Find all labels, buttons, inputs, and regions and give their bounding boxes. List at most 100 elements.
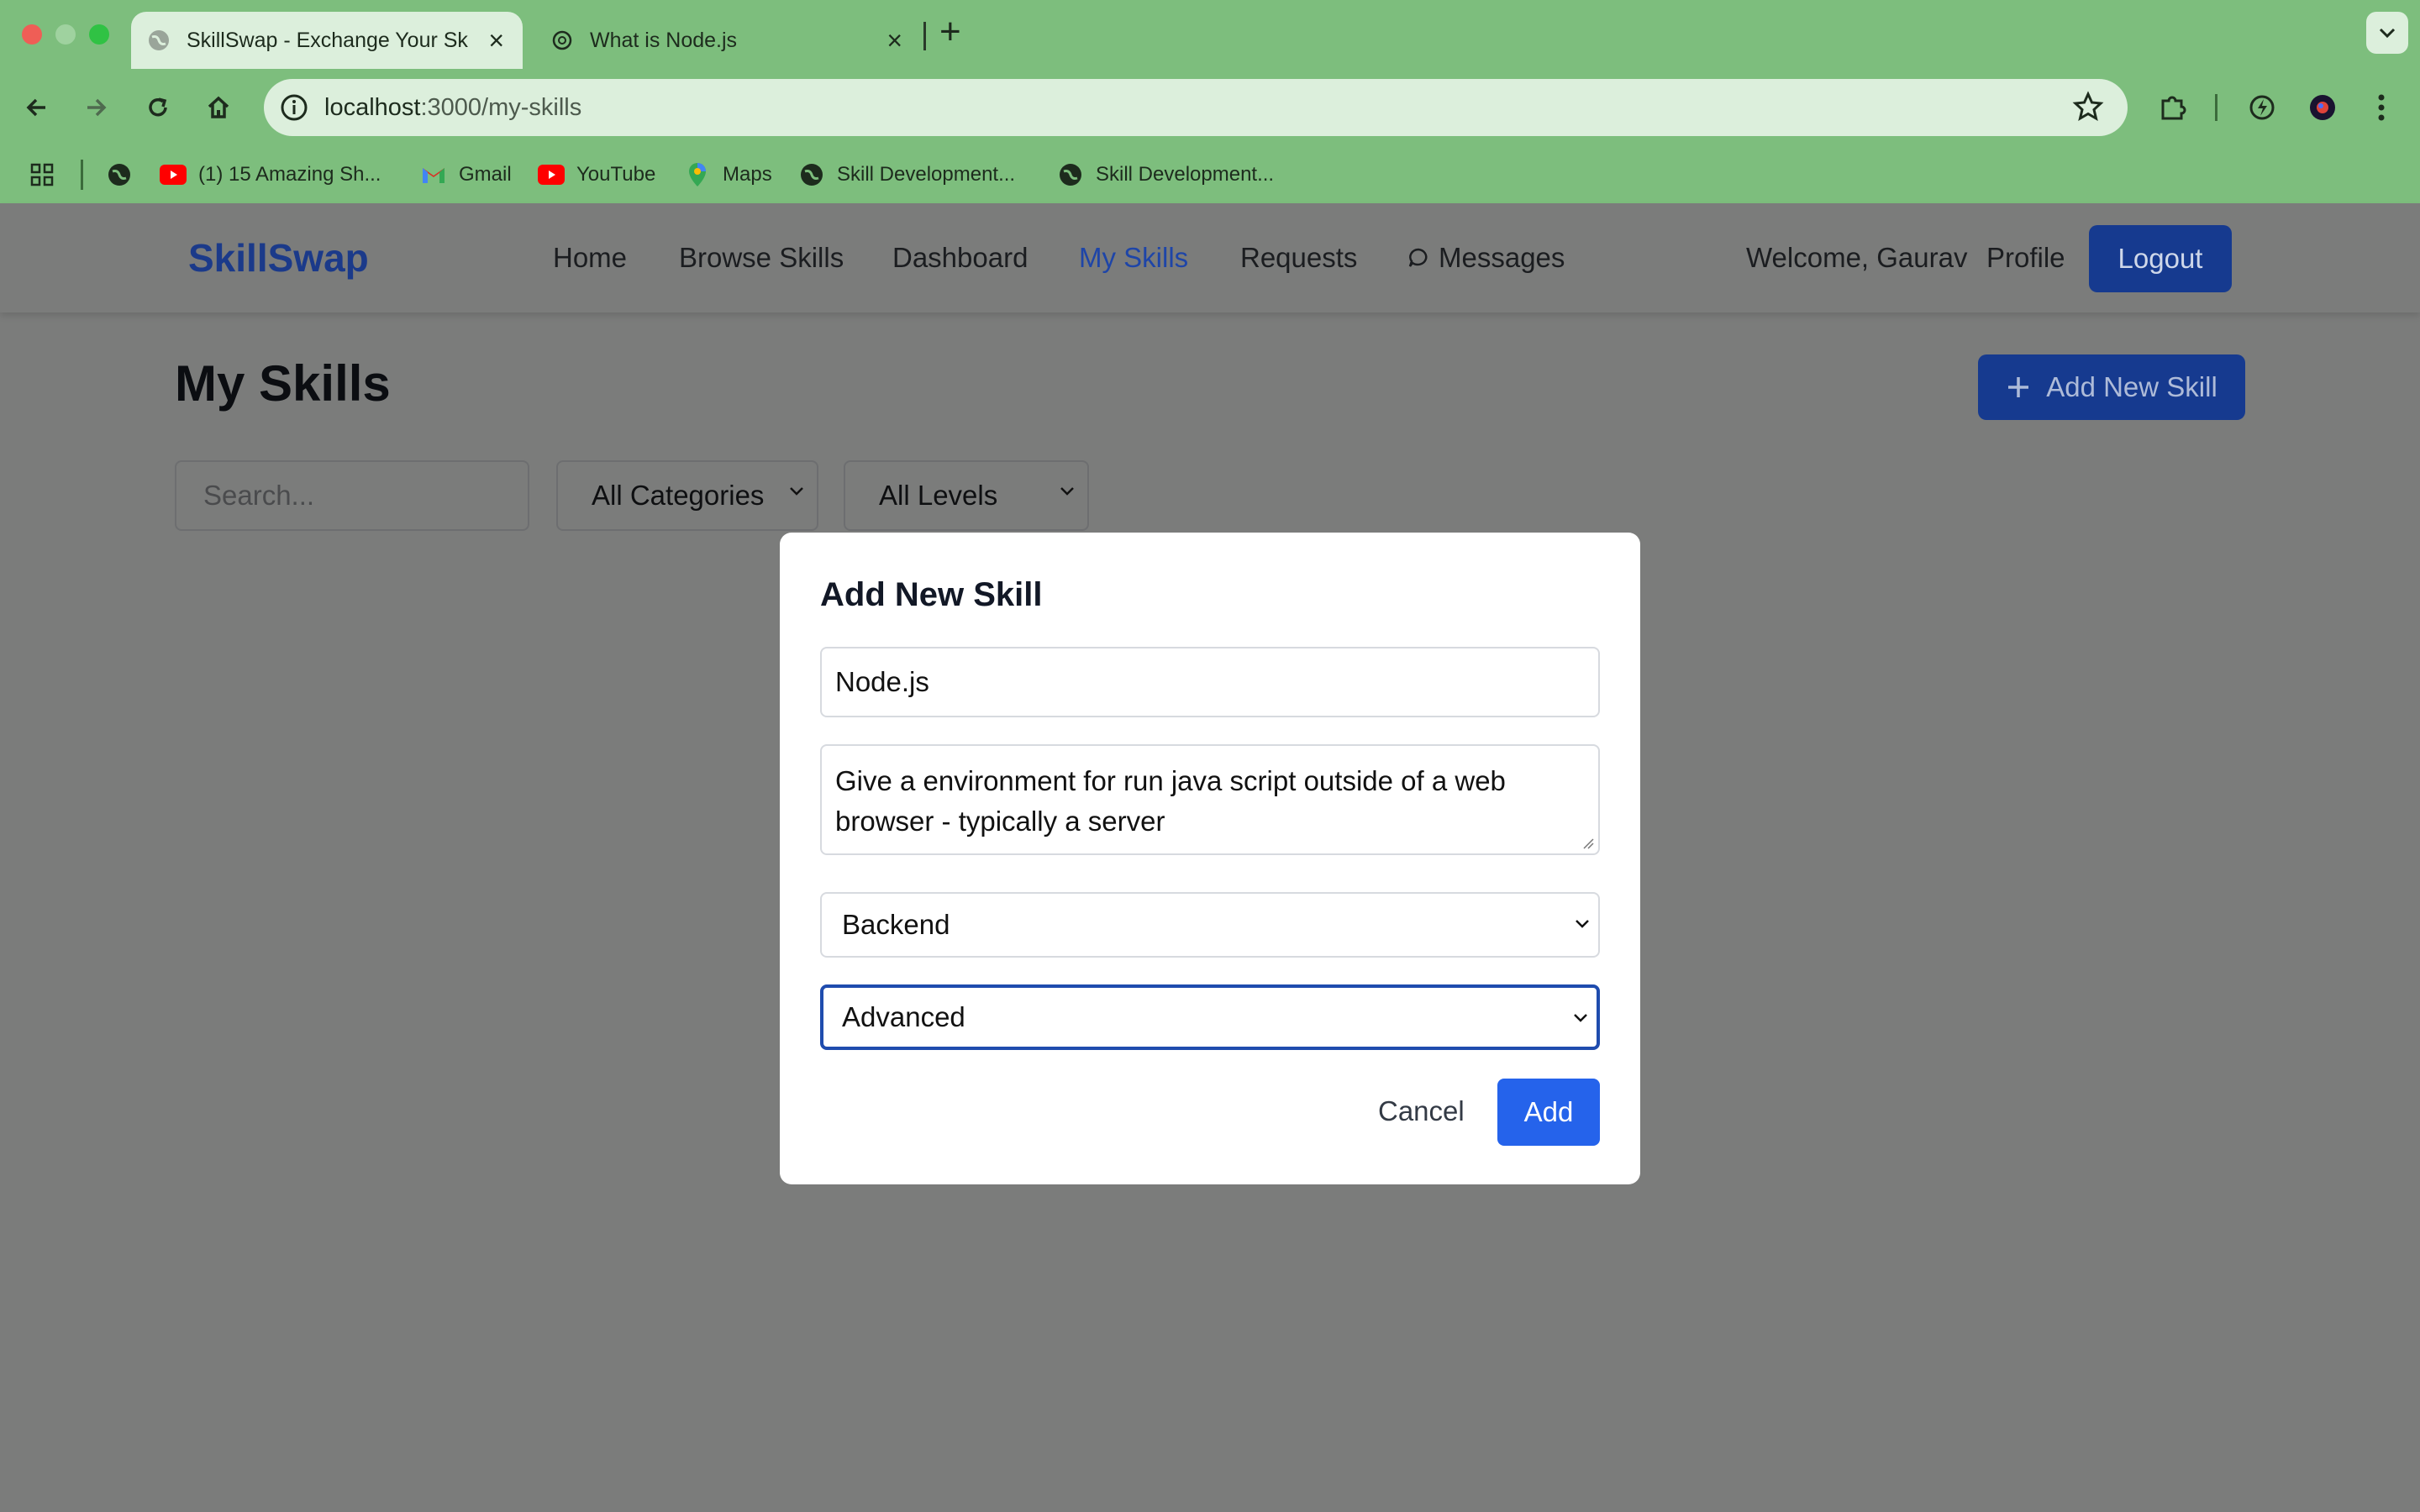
bookmark-label: Skill Development... xyxy=(837,163,1016,186)
bookmark-globe[interactable] xyxy=(106,158,145,192)
chevron-down-icon xyxy=(1576,920,1589,928)
tab-title: SkillSwap - Exchange Your Sk xyxy=(187,28,468,52)
performance-button[interactable] xyxy=(2242,87,2282,128)
category-select-value: Backend xyxy=(842,909,950,940)
gmail-icon xyxy=(420,161,447,188)
bookmark-item[interactable]: Skill Development... xyxy=(798,158,1015,192)
back-button[interactable] xyxy=(17,87,57,128)
brand-logo[interactable]: SkillSwap xyxy=(188,235,369,281)
youtube-icon xyxy=(160,161,187,188)
tab-search-button[interactable] xyxy=(2366,12,2408,54)
tab-strip: SkillSwap - Exchange Your Sk × What is N… xyxy=(0,0,2420,69)
bookmark-item[interactable]: Gmail xyxy=(420,158,512,192)
category-filter-value: All Categories xyxy=(592,480,765,511)
cancel-button[interactable]: Cancel xyxy=(1378,1095,1465,1127)
logout-button[interactable]: Logout xyxy=(2089,225,2232,292)
bookmark-item[interactable]: YouTube xyxy=(538,158,655,192)
nav-dashboard[interactable]: Dashboard xyxy=(892,242,1028,274)
extensions-button[interactable] xyxy=(2153,87,2193,128)
nav-home[interactable]: Home xyxy=(553,242,627,274)
maximize-window-button[interactable] xyxy=(89,24,109,45)
close-tab-icon[interactable]: × xyxy=(886,27,902,54)
apps-button[interactable] xyxy=(29,158,67,192)
tab-title: What is Node.js xyxy=(590,28,738,52)
search-input[interactable]: Search... xyxy=(175,460,529,531)
tab-nodejs[interactable]: What is Node.js × xyxy=(534,12,921,69)
chat-bubble-icon xyxy=(1408,248,1428,267)
nav-browse-skills[interactable]: Browse Skills xyxy=(679,242,844,274)
add-new-skill-label: Add New Skill xyxy=(2046,371,2217,402)
globe-icon xyxy=(106,161,133,188)
skill-description-textarea[interactable]: Give a environment for run java script o… xyxy=(820,744,1600,855)
avatar-icon xyxy=(2310,95,2335,120)
bookmark-label: YouTube xyxy=(576,163,656,186)
bookmark-item[interactable]: Skill Development... xyxy=(1057,158,1274,192)
resize-grip-icon[interactable] xyxy=(1581,837,1595,850)
profile-avatar-button[interactable] xyxy=(2302,87,2343,128)
nav-messages[interactable]: Messages xyxy=(1407,242,1565,274)
nav-messages-label: Messages xyxy=(1439,242,1565,273)
new-tab-button[interactable]: + xyxy=(939,13,961,50)
add-skill-modal: Add New Skill Node.js Give a environment… xyxy=(780,533,1640,1184)
nav-profile[interactable]: Profile xyxy=(1986,242,2065,274)
close-window-button[interactable] xyxy=(22,24,42,45)
arrow-left-icon xyxy=(26,98,45,117)
globe-icon xyxy=(1057,161,1084,188)
maps-icon xyxy=(684,161,711,188)
site-info-icon[interactable] xyxy=(279,92,309,123)
globe-icon xyxy=(146,28,171,53)
nav-my-skills[interactable]: My Skills xyxy=(1079,242,1188,274)
bookmark-label: Maps xyxy=(723,163,772,186)
arrow-right-icon xyxy=(87,98,107,117)
toolbar-divider xyxy=(2215,94,2217,121)
bookmark-item[interactable]: (1) 15 Amazing Sh... xyxy=(160,158,381,192)
reload-button[interactable] xyxy=(138,87,178,128)
level-filter-select[interactable]: All Levels xyxy=(844,460,1089,531)
speed-icon xyxy=(2249,95,2275,120)
skill-name-value: Node.js xyxy=(835,666,929,697)
level-select[interactable]: Advanced xyxy=(820,984,1600,1050)
minimize-window-button[interactable] xyxy=(55,24,76,45)
url-host: localhost xyxy=(324,94,421,121)
bookmarks-bar: (1) 15 Amazing Sh... Gmail YouTube Maps … xyxy=(0,146,2420,203)
browser-toolbar: localhost:3000/my-skills xyxy=(0,69,2420,146)
apps-grid-icon xyxy=(29,161,55,188)
modal-title: Add New Skill xyxy=(820,576,1043,613)
skill-description-value: Give a environment for run java script o… xyxy=(835,765,1506,837)
chevron-down-icon xyxy=(2379,28,2396,39)
bookmark-label: Gmail xyxy=(459,163,512,186)
bookmark-label: (1) 15 Amazing Sh... xyxy=(198,163,381,186)
bookmark-star-icon[interactable] xyxy=(2072,91,2104,123)
browser-menu-button[interactable] xyxy=(2361,87,2402,128)
globe-icon xyxy=(798,161,825,188)
welcome-text: Welcome, Gaurav xyxy=(1746,242,1968,273)
reload-icon xyxy=(149,97,167,117)
forward-button[interactable] xyxy=(76,87,116,128)
bookmark-label: Skill Development... xyxy=(1096,163,1275,186)
bookmark-item[interactable]: Maps xyxy=(684,158,772,192)
url-path: :3000/my-skills xyxy=(420,94,582,121)
tab-skillswap[interactable]: SkillSwap - Exchange Your Sk × xyxy=(131,12,523,69)
home-button[interactable] xyxy=(198,87,239,128)
plus-icon xyxy=(2008,377,2029,397)
category-filter-select[interactable]: All Categories xyxy=(556,460,818,531)
chevron-down-icon xyxy=(1060,487,1074,496)
nav-requests[interactable]: Requests xyxy=(1240,242,1357,274)
skill-name-input[interactable]: Node.js xyxy=(820,647,1600,717)
level-select-value: Advanced xyxy=(842,1001,965,1032)
level-filter-value: All Levels xyxy=(879,480,998,511)
more-vertical-icon xyxy=(2378,94,2385,121)
home-icon xyxy=(208,96,229,118)
category-select[interactable]: Backend xyxy=(820,892,1600,958)
add-button[interactable]: Add xyxy=(1497,1079,1600,1146)
browser-chrome: SkillSwap - Exchange Your Sk × What is N… xyxy=(0,0,2420,203)
add-new-skill-button[interactable]: Add New Skill xyxy=(1978,354,2245,420)
chevron-down-icon xyxy=(1574,1014,1587,1022)
url-text[interactable]: localhost:3000/my-skills xyxy=(324,94,581,122)
app-navbar: SkillSwap Home Browse Skills Dashboard M… xyxy=(0,203,2420,312)
address-bar[interactable]: localhost:3000/my-skills xyxy=(264,79,2128,136)
close-tab-icon[interactable]: × xyxy=(488,27,504,54)
chevron-down-icon xyxy=(790,487,803,496)
page-title: My Skills xyxy=(175,355,391,412)
bookmarks-divider xyxy=(81,160,83,190)
